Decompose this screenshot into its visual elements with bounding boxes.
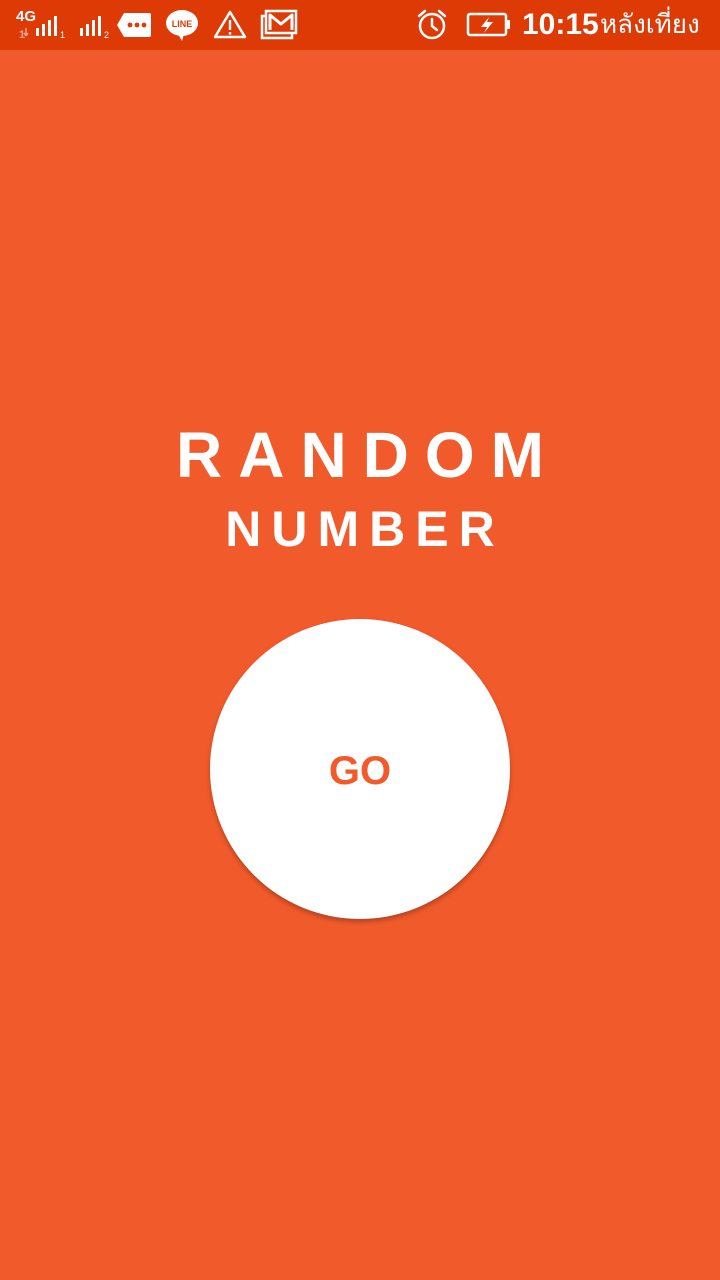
go-button[interactable]: GO <box>210 619 510 919</box>
status-time: 10:15 <box>522 8 599 41</box>
line-app-icon: LINE <box>164 0 200 50</box>
alarm-icon <box>414 0 450 50</box>
message-icon <box>116 0 152 50</box>
status-bar: 4G 1 1 2 LINE 10:15 หลังเที่ยง <box>0 0 720 50</box>
svg-text:LINE: LINE <box>172 19 193 29</box>
app-title-line1: RANDOM <box>176 419 560 491</box>
warning-icon <box>212 0 248 50</box>
gmail-icon <box>259 0 299 50</box>
battery-charging-icon <box>466 0 512 50</box>
app-title-line2: NUMBER <box>225 501 505 557</box>
status-ampm: หลังเที่ยง <box>600 10 700 40</box>
svg-text:1: 1 <box>60 30 65 40</box>
svg-text:1: 1 <box>19 29 25 41</box>
svg-text:2: 2 <box>104 30 109 40</box>
go-button-label: GO <box>328 748 392 793</box>
signal-sim2-icon: 2 <box>78 0 114 50</box>
signal-sim1-icon: 1 1 <box>14 0 70 50</box>
